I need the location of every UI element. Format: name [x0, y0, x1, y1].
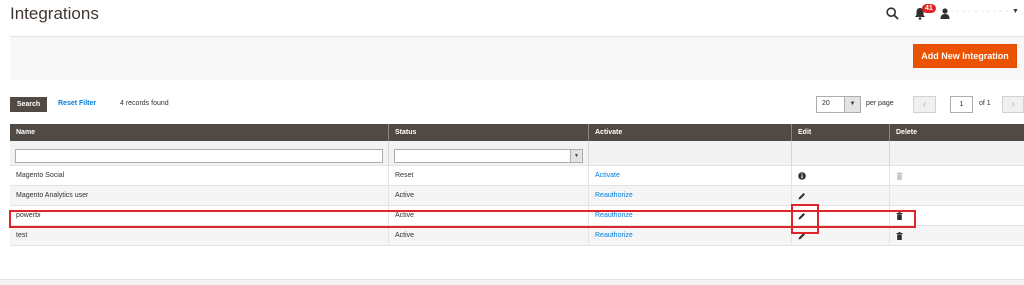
column-header-name[interactable]: Name [10, 124, 389, 141]
chevron-down-icon[interactable]: ▼ [844, 97, 860, 112]
cell-delete [890, 186, 1024, 206]
trash-icon[interactable] [896, 212, 903, 220]
cell-name: Magento Social [10, 166, 389, 186]
chevron-right-icon: › [1011, 99, 1015, 110]
chevron-down-icon[interactable]: ▼ [570, 150, 582, 162]
trash-icon[interactable] [896, 232, 903, 240]
cell-delete [890, 166, 1024, 186]
cell-edit [792, 166, 890, 186]
filter-cell-edit [792, 141, 890, 166]
page-header: Integrations 41 · · · · · · · · · ▼ [0, 0, 1024, 36]
reset-filter-link[interactable]: Reset Filter [58, 100, 96, 107]
current-page-input[interactable]: 1 [950, 96, 973, 113]
pencil-icon[interactable] [798, 192, 806, 200]
cell-status: Active [389, 226, 589, 246]
user-name[interactable]: · · · · · · · · · [956, 8, 1010, 15]
records-found-count: 4 records found [120, 100, 169, 107]
per-page-label: per page [866, 100, 894, 107]
chevron-left-icon: ‹ [922, 99, 927, 110]
trash-icon [896, 172, 903, 180]
cell-edit [792, 186, 890, 206]
table-row: Magento Analytics user Active Reauthoriz… [10, 186, 1024, 206]
name-filter-input[interactable] [15, 149, 383, 163]
table-row: Magento Social Reset Activate [10, 166, 1024, 186]
cell-edit [792, 226, 890, 246]
table-row: test Active Reauthorize [10, 226, 1024, 246]
cell-status: Active [389, 206, 589, 226]
table-row: powerbi Active Reauthorize [10, 206, 1024, 226]
cell-status: Reset [389, 166, 589, 186]
page-actions-bar: Add New Integration [10, 36, 1024, 80]
chevron-down-icon[interactable]: ▼ [1012, 8, 1019, 15]
reauthorize-link[interactable]: Reauthorize [589, 186, 792, 206]
column-header-edit: Edit [792, 124, 890, 141]
page-footer [0, 279, 1024, 285]
next-page-button[interactable]: › [1002, 96, 1024, 113]
integrations-grid: Name Status Activate Edit Delete ▼ Magen… [10, 124, 1024, 246]
add-new-integration-button[interactable]: Add New Integration [913, 44, 1017, 68]
grid-header-row: Name Status Activate Edit Delete [10, 124, 1024, 141]
page-title: Integrations [10, 4, 99, 23]
filter-cell-activate [589, 141, 792, 166]
column-header-status[interactable]: Status [389, 124, 589, 141]
cell-name: test [10, 226, 389, 246]
notification-count-badge[interactable]: 41 [922, 4, 936, 13]
total-pages-label: of 1 [979, 100, 991, 107]
cell-delete [890, 206, 1024, 226]
search-button[interactable]: Search [10, 97, 47, 112]
activate-link[interactable]: Activate [589, 166, 792, 186]
column-header-delete: Delete [896, 129, 918, 136]
info-icon[interactable] [798, 172, 806, 180]
reauthorize-link[interactable]: Reauthorize [589, 206, 792, 226]
reauthorize-link[interactable]: Reauthorize [589, 226, 792, 246]
search-icon[interactable] [886, 6, 900, 20]
previous-page-button[interactable]: ‹ [913, 96, 936, 113]
pencil-icon[interactable] [798, 212, 806, 220]
cell-delete [890, 226, 1024, 246]
cell-status: Active [389, 186, 589, 206]
user-icon[interactable] [940, 6, 952, 20]
pencil-icon[interactable] [798, 232, 806, 240]
cell-name: powerbi [10, 206, 389, 226]
status-filter-select[interactable]: ▼ [394, 149, 583, 163]
cell-name: Magento Analytics user [10, 186, 389, 206]
page-size-value: 20 [822, 100, 830, 107]
page-size-select[interactable]: 20 ▼ [816, 96, 861, 113]
grid-filter-row: ▼ [10, 141, 1024, 166]
cell-edit [792, 206, 890, 226]
column-header-activate: Activate [589, 124, 792, 141]
